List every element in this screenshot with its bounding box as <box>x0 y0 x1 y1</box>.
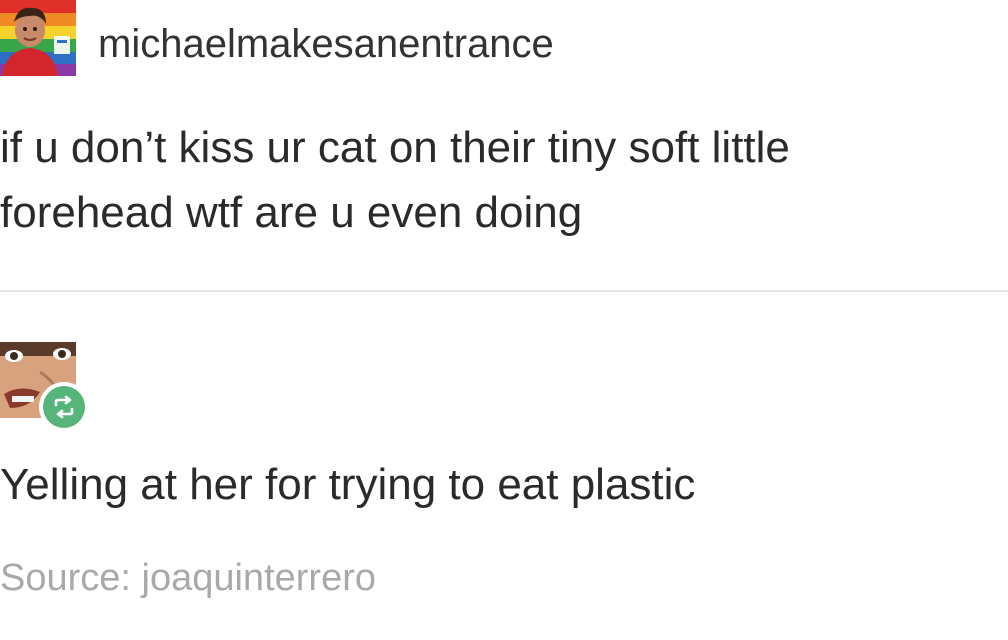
post-body-line: if u don’t kiss ur cat on their tiny sof… <box>0 123 790 172</box>
post-body-line: forehead wtf are u even doing <box>0 188 583 237</box>
pride-avatar-icon <box>0 0 76 76</box>
reblog-badge <box>39 382 89 432</box>
post-divider <box>0 290 1008 292</box>
post-body: if u don’t kiss ur cat on their tiny sof… <box>0 115 1000 245</box>
reblog-icon <box>54 395 74 419</box>
reblog-body: Yelling at her for trying to eat plastic <box>0 460 696 509</box>
avatar-michaelmakesanentrance[interactable] <box>0 0 76 76</box>
source-link[interactable]: Source: joaquinterrero <box>0 553 376 603</box>
post-username[interactable]: michaelmakesanentrance <box>98 20 554 68</box>
